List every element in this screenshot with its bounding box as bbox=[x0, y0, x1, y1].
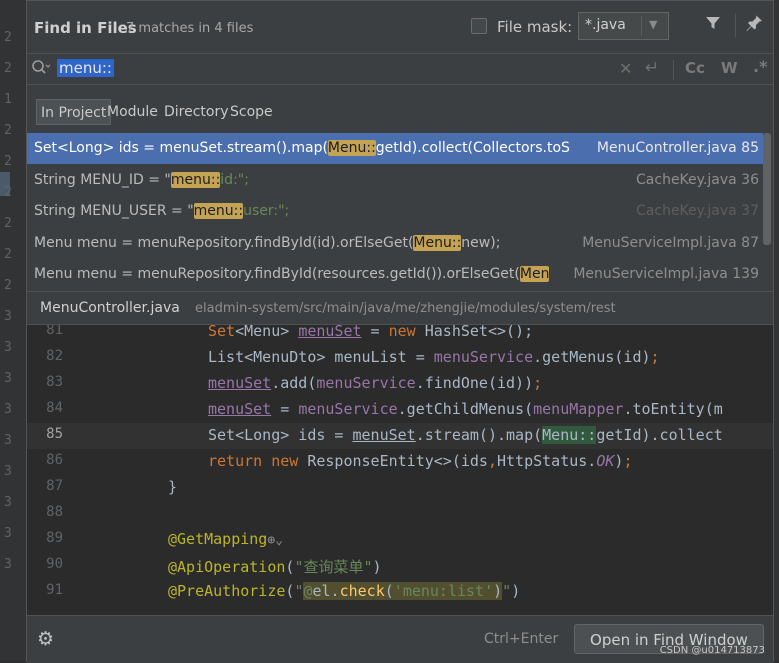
code-line-current: 85 Set<Long> ids = menuSet.stream().map(… bbox=[27, 423, 773, 449]
tab-module[interactable]: Module bbox=[107, 99, 158, 125]
gutter-number: 1 bbox=[4, 92, 12, 107]
line-number: 88 bbox=[46, 504, 63, 520]
whole-words-icon[interactable]: W bbox=[721, 59, 738, 77]
gutter-number: 2 bbox=[4, 216, 12, 231]
gutter-number: 3 bbox=[4, 495, 12, 510]
results-list: Set<Long> ids = menuSet.stream().map(Men… bbox=[27, 133, 763, 291]
result-row[interactable]: String MENU_ID = "menu::id:"; CacheKey.ja… bbox=[27, 165, 763, 196]
preview-file-path: eladmin-system/src/main/java/me/zhengjie… bbox=[195, 301, 616, 316]
result-file: MenuServiceImpl.java 87 bbox=[582, 234, 759, 251]
code-line: 82 List<MenuDto> menuList = menuService.… bbox=[27, 345, 773, 371]
gutter-number: 3 bbox=[4, 309, 12, 324]
search-input[interactable]: menu:: bbox=[57, 59, 114, 77]
code-line: 81 Set<Menu> menuSet = new HashSet<>(); bbox=[27, 325, 773, 345]
result-file: CacheKey.java 37 bbox=[636, 203, 759, 220]
line-number: 89 bbox=[46, 530, 63, 546]
gutter-number: 2 bbox=[4, 185, 12, 200]
api-operation-text: 查询菜单 bbox=[303, 558, 364, 576]
line-number: 83 bbox=[46, 374, 63, 390]
watermark: CSDN @u014713873 bbox=[659, 645, 765, 656]
match-summary: 7 matches in 4 files bbox=[126, 21, 254, 36]
search-options-divider bbox=[673, 60, 674, 80]
gutter-number: 2 bbox=[4, 278, 12, 293]
result-code: Menu menu = menuRepository.findById(id).… bbox=[34, 234, 501, 251]
search-field-row[interactable]: menu:: ✕ ↵ Cc W .* bbox=[27, 53, 773, 85]
code-line: 86 return new ResponseEntity<>(ids,HttpS… bbox=[27, 449, 773, 475]
popup-header[interactable]: Find in Files 7 matches in 4 files File … bbox=[27, 1, 773, 53]
line-number: 87 bbox=[46, 478, 63, 494]
tab-in-project[interactable]: In Project bbox=[36, 99, 112, 125]
gutter-number: 3 bbox=[4, 464, 12, 479]
gutter-number: 3 bbox=[4, 557, 12, 572]
tab-directory[interactable]: Directory bbox=[164, 99, 229, 125]
code-line: 83 menuSet.add(menuService.findOne(id)); bbox=[27, 371, 773, 397]
new-line-icon[interactable]: ↵ bbox=[645, 58, 659, 78]
line-number: 85 bbox=[46, 426, 63, 442]
gutter-number: 2 bbox=[4, 247, 12, 262]
popup-title: Find in Files bbox=[34, 19, 137, 37]
result-file: MenuServiceImpl.java 139 bbox=[573, 266, 759, 283]
tab-scope[interactable]: Scope bbox=[230, 99, 273, 125]
code-preview[interactable]: 81 Set<Menu> menuSet = new HashSet<>(); … bbox=[27, 325, 773, 615]
results-scrollbar[interactable] bbox=[763, 133, 771, 245]
gutter-number: 3 bbox=[4, 402, 12, 417]
line-number: 84 bbox=[46, 400, 63, 416]
gutter-number: 2 bbox=[4, 123, 12, 138]
code-line: 84 menuSet = menuService.getChildMenus(m… bbox=[27, 397, 773, 423]
line-number: 86 bbox=[46, 452, 63, 468]
line-number: 82 bbox=[46, 348, 63, 364]
filter-icon[interactable] bbox=[703, 14, 723, 36]
line-number: 90 bbox=[46, 556, 63, 572]
result-code: String MENU_USER = "menu::user:"; bbox=[34, 203, 290, 220]
pin-icon[interactable] bbox=[743, 12, 765, 36]
line-number: 91 bbox=[46, 582, 63, 598]
match-case-icon[interactable]: Cc bbox=[685, 59, 705, 77]
shortcut-hint: Ctrl+Enter bbox=[484, 631, 559, 647]
result-row[interactable]: Menu menu = menuRepository.findById(reso… bbox=[27, 259, 763, 290]
preauthorize-text: menu:list bbox=[402, 582, 485, 600]
result-row[interactable]: Menu menu = menuRepository.findById(id).… bbox=[27, 228, 763, 259]
preview-file-name: MenuController.java bbox=[40, 300, 180, 316]
gutter-number: 2 bbox=[4, 30, 12, 45]
result-file: CacheKey.java 36 bbox=[636, 171, 759, 188]
gutter-number: 2 bbox=[4, 154, 12, 169]
result-code: Set<Long> ids = menuSet.stream().map(Men… bbox=[34, 140, 570, 156]
editor-gutter-behind: 2 2 1 2 2 2 2 2 2 3 3 3 3 3 3 3 3 3 bbox=[0, 0, 27, 662]
code-line: 89 @GetMapping⊕⌄ bbox=[27, 527, 773, 553]
gutter-number: 2 bbox=[4, 61, 12, 76]
code-line: 88 bbox=[27, 501, 773, 527]
preview-path-bar: MenuController.java eladmin-system/src/m… bbox=[27, 291, 773, 325]
file-mask-dropdown[interactable]: *.java ▼ bbox=[578, 12, 669, 40]
dropdown-divider bbox=[641, 16, 642, 36]
close-icon[interactable]: ✕ bbox=[619, 59, 632, 78]
code-line: 90 @ApiOperation("查询菜单") bbox=[27, 553, 773, 579]
search-icon[interactable] bbox=[31, 59, 51, 81]
gear-icon[interactable]: ⚙ bbox=[37, 628, 54, 650]
line-number: 81 bbox=[46, 325, 63, 338]
result-code: Menu menu = menuRepository.findById(reso… bbox=[34, 266, 550, 283]
result-row[interactable]: Set<Long> ids = menuSet.stream().map(Men… bbox=[27, 133, 763, 164]
file-mask-label[interactable]: File mask: bbox=[497, 18, 572, 36]
scope-tabs: In Project Module Directory Scope bbox=[27, 85, 773, 131]
file-mask-value: *.java bbox=[585, 17, 626, 33]
regex-icon[interactable]: .* bbox=[753, 57, 767, 76]
result-file: MenuController.java 85 bbox=[596, 140, 759, 156]
code-line: 91 @PreAuthorize("@el.check('menu:list')… bbox=[27, 579, 773, 605]
file-mask-checkbox[interactable] bbox=[471, 18, 487, 34]
result-row[interactable]: String MENU_USER = "menu::user:"; CacheKe… bbox=[27, 196, 763, 227]
gutter-number: 3 bbox=[4, 371, 12, 386]
chevron-down-icon[interactable]: ▼ bbox=[649, 18, 657, 31]
gutter-number: 3 bbox=[4, 526, 12, 541]
gutter-number: 3 bbox=[4, 433, 12, 448]
gutter-number: 3 bbox=[4, 340, 12, 355]
result-code: String MENU_ID = "menu::id:"; bbox=[34, 171, 249, 188]
find-in-files-popup: Find in Files 7 matches in 4 files File … bbox=[26, 0, 774, 663]
toolbar-divider bbox=[735, 13, 736, 37]
code-line: 87 } bbox=[27, 475, 773, 501]
